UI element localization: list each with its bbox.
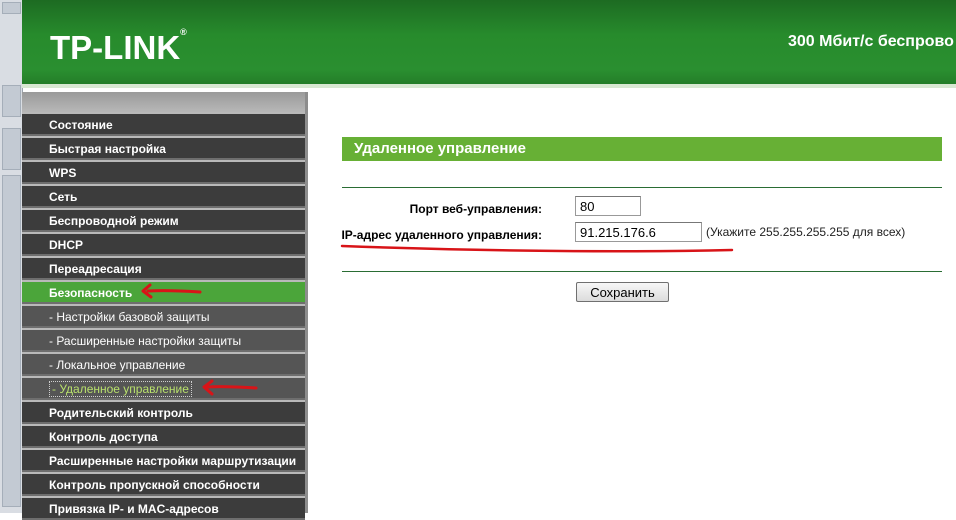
- sidebar-top-bar: [22, 92, 307, 112]
- edge-panel: [2, 175, 21, 507]
- sidebar-item-wireless[interactable]: Беспроводной режим: [22, 210, 305, 232]
- port-input[interactable]: [575, 196, 641, 216]
- ip-input[interactable]: [575, 222, 702, 242]
- sidebar-item-status[interactable]: Состояние: [22, 114, 305, 136]
- sidebar-item-parental-control[interactable]: Родительский контроль: [22, 402, 305, 424]
- sidebar-item-wps[interactable]: WPS: [22, 162, 305, 184]
- sidebar-item-network[interactable]: Сеть: [22, 186, 305, 208]
- sidebar-item-dhcp[interactable]: DHCP: [22, 234, 305, 256]
- sidebar-menu: Состояние Быстрая настройка WPS Сеть Бес…: [22, 92, 307, 520]
- edge-control: [2, 128, 21, 170]
- divider-bottom: [342, 271, 942, 272]
- sidebar-item-advanced-security[interactable]: - Расширенные настройки защиты: [22, 330, 305, 352]
- sidebar-item-basic-security[interactable]: - Настройки базовой защиты: [22, 306, 305, 328]
- sidebar-item-advanced-routing[interactable]: Расширенные настройки маршрутизации: [22, 450, 305, 472]
- sidebar-item-forwarding[interactable]: Переадресация: [22, 258, 305, 280]
- sidebar-item-ip-mac-binding[interactable]: Привязка IP- и MAC-адресов: [22, 498, 305, 520]
- sidebar-item-remote-management[interactable]: - Удаленное управление: [22, 378, 305, 400]
- sidebar-item-security[interactable]: Безопасность: [22, 282, 305, 304]
- browser-edge: [0, 0, 23, 513]
- ip-label: IP-адрес удаленного управления:: [341, 228, 542, 242]
- model-title: 300 Мбит/с беспрово: [788, 33, 954, 50]
- brand-logo: TP-LINK®: [50, 27, 187, 66]
- main-content: Удаленное управление Порт веб-управления…: [310, 92, 956, 513]
- divider-top: [342, 187, 942, 188]
- sidebar-item-access-control[interactable]: Контроль доступа: [22, 426, 305, 448]
- save-button[interactable]: Сохранить: [576, 282, 669, 302]
- sidebar-item-bandwidth-control[interactable]: Контроль пропускной способности: [22, 474, 305, 496]
- ip-hint: (Укажите 255.255.255.255 для всех): [706, 225, 906, 239]
- edge-control: [2, 85, 21, 117]
- sidebar-separator: [305, 92, 308, 513]
- sidebar-item-local-management[interactable]: - Локальное управление: [22, 354, 305, 376]
- port-label: Порт веб-управления:: [409, 202, 542, 216]
- sidebar-item-quick-setup[interactable]: Быстрая настройка: [22, 138, 305, 160]
- header-divider: [22, 84, 956, 88]
- header-banner: TP-LINK® 300 Мбит/с беспрово: [22, 0, 956, 87]
- page-title: Удаленное управление: [342, 137, 942, 161]
- edge-control: [2, 2, 21, 14]
